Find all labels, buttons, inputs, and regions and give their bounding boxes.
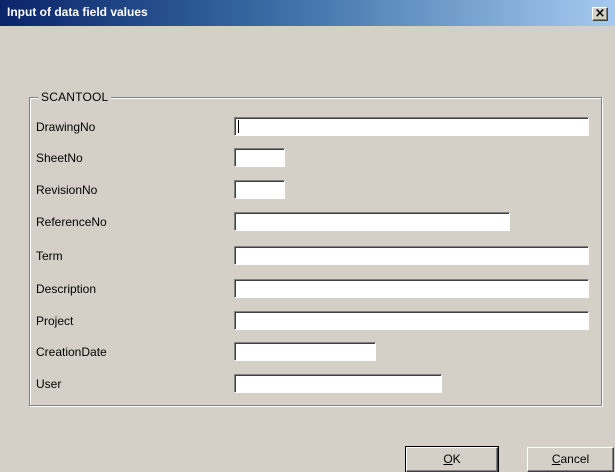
project-input[interactable]	[234, 311, 589, 330]
title-bar[interactable]: Input of data field values ×	[0, 0, 615, 26]
sheetno-input[interactable]	[234, 148, 285, 167]
description-label: Description	[36, 282, 97, 296]
text-caret	[238, 120, 239, 133]
term-label: Term	[36, 249, 63, 263]
description-input[interactable]	[234, 279, 589, 298]
referenceno-label: ReferenceNo	[36, 215, 107, 229]
window-title: Input of data field values	[7, 5, 148, 19]
cancel-button[interactable]: Cancel	[527, 447, 614, 472]
revisionno-label: RevisionNo	[36, 183, 98, 197]
close-button[interactable]: ×	[592, 7, 608, 21]
user-input[interactable]	[234, 374, 442, 393]
drawingno-input[interactable]	[234, 117, 589, 136]
sheetno-label: SheetNo	[36, 151, 83, 165]
user-label: User	[36, 377, 62, 391]
creationdate-input[interactable]	[234, 342, 376, 361]
drawingno-label: DrawingNo	[36, 120, 96, 134]
close-icon: ×	[594, 6, 606, 21]
project-label: Project	[36, 314, 74, 328]
groupbox-label: SCANTOOL	[38, 90, 112, 104]
ok-button[interactable]: OK	[405, 446, 499, 472]
revisionno-input[interactable]	[234, 180, 285, 199]
referenceno-input[interactable]	[234, 212, 510, 231]
creationdate-label: CreationDate	[36, 345, 107, 359]
term-input[interactable]	[234, 246, 589, 265]
